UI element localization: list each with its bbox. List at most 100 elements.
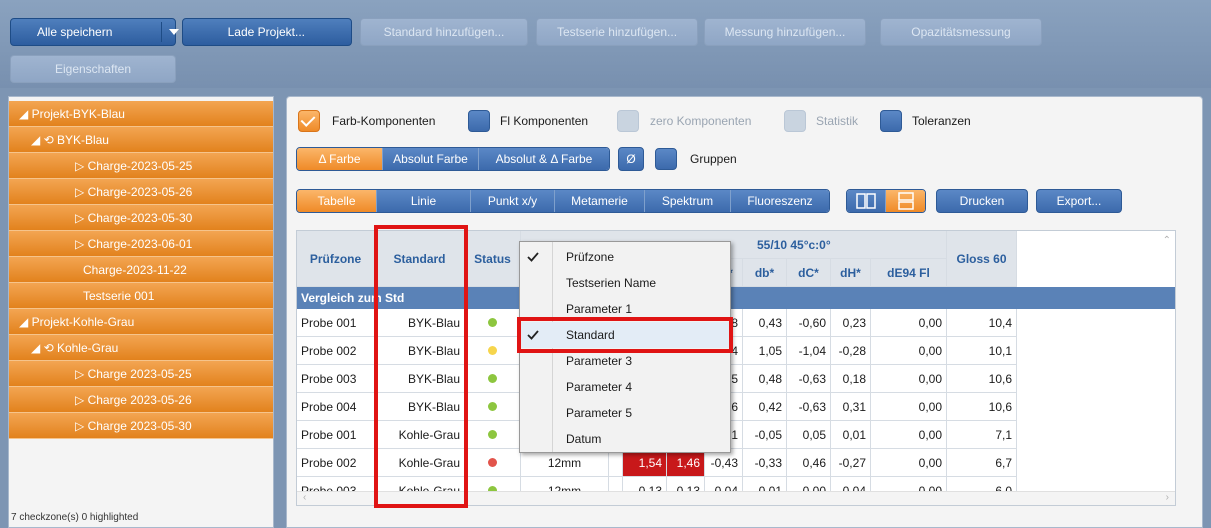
tree-item-charge-2023-05-26-b[interactable]: ▷ Charge 2023-05-26 bbox=[9, 387, 273, 413]
absolut-delta-farbe-button[interactable]: Absolut & Δ Farbe bbox=[479, 148, 609, 170]
table-cell-std[interactable]: Kohle-Grau bbox=[375, 421, 465, 449]
header-de94[interactable]: dE94 Fl bbox=[871, 259, 947, 287]
add-measurement-button[interactable]: Messung hinzufügen... bbox=[704, 18, 866, 46]
header-dh[interactable]: dH* bbox=[831, 259, 871, 287]
table-cell-pz[interactable]: Probe 003 bbox=[297, 365, 375, 393]
menu-item-parameter-1[interactable]: Parameter 1 bbox=[520, 296, 730, 322]
table-cell-dh[interactable]: 0,01 bbox=[831, 421, 871, 449]
tree-item-charge-2023-11-22[interactable]: Charge-2023-11-22 bbox=[9, 257, 273, 283]
header-gloss[interactable]: Gloss 60 bbox=[947, 231, 1017, 287]
tab-tabelle[interactable]: Tabelle bbox=[297, 190, 377, 212]
table-cell-pz[interactable]: Probe 001 bbox=[297, 421, 375, 449]
table-cell-pz[interactable]: Probe 001 bbox=[297, 309, 375, 337]
table-cell-gloss[interactable]: 6,7 bbox=[947, 449, 1017, 477]
table-cell-dc[interactable]: 0,05 bbox=[787, 421, 831, 449]
statistik-checkbox[interactable] bbox=[784, 110, 806, 132]
status-indicator[interactable] bbox=[465, 449, 521, 477]
table-cell-de[interactable]: 0,00 bbox=[871, 449, 947, 477]
tree-item-projekt-byk-blau[interactable]: ◢ Projekt-BYK-Blau bbox=[9, 101, 273, 127]
table-cell-db[interactable]: -0,33 bbox=[743, 449, 787, 477]
tree-item-charge-2023-05-25-b[interactable]: ▷ Charge 2023-05-25 bbox=[9, 361, 273, 387]
toleranzen-checkbox[interactable] bbox=[880, 110, 902, 132]
table-cell-de[interactable]: 0,00 bbox=[871, 365, 947, 393]
header-status[interactable]: Status bbox=[465, 231, 521, 287]
status-indicator[interactable] bbox=[465, 421, 521, 449]
table-cell-db[interactable]: 0,43 bbox=[743, 309, 787, 337]
tab-punkt-xy[interactable]: Punkt x/y bbox=[471, 190, 555, 212]
table-cell-de[interactable]: 0,00 bbox=[871, 337, 947, 365]
table-cell-dh[interactable]: 0,18 bbox=[831, 365, 871, 393]
status-indicator[interactable] bbox=[465, 365, 521, 393]
header-standard[interactable]: Standard bbox=[375, 231, 465, 287]
table-cell-gloss[interactable]: 10,6 bbox=[947, 365, 1017, 393]
scroll-up-icon[interactable]: ⌃ bbox=[1163, 235, 1171, 246]
table-cell-db[interactable]: 0,48 bbox=[743, 365, 787, 393]
tree-item-kohle-grau[interactable]: ◢ ⟲ Kohle-Grau bbox=[9, 335, 273, 361]
table-cell-dh[interactable]: -0,27 bbox=[831, 449, 871, 477]
menu-item-datum[interactable]: Datum bbox=[520, 426, 730, 452]
status-indicator[interactable] bbox=[465, 393, 521, 421]
table-cell-pz[interactable]: Probe 002 bbox=[297, 449, 375, 477]
tab-spektrum[interactable]: Spektrum bbox=[645, 190, 731, 212]
tree-item-charge-2023-05-30[interactable]: ▷ Charge-2023-05-30 bbox=[9, 205, 273, 231]
table-cell-gloss[interactable]: 10,6 bbox=[947, 393, 1017, 421]
table-cell-v2[interactable]: 1,54 bbox=[623, 449, 667, 477]
add-test-series-button[interactable]: Testserie hinzufügen... bbox=[536, 18, 698, 46]
scroll-right-icon[interactable]: › bbox=[1166, 492, 1169, 503]
table-cell-gloss[interactable]: 7,1 bbox=[947, 421, 1017, 449]
tree-item-charge-2023-05-25[interactable]: ▷ Charge-2023-05-25 bbox=[9, 153, 273, 179]
menu-item-testserien-name[interactable]: Testserien Name bbox=[520, 270, 730, 296]
absolut-farbe-button[interactable]: Absolut Farbe bbox=[383, 148, 479, 170]
zero-komponenten-checkbox[interactable] bbox=[617, 110, 639, 132]
table-cell-dh[interactable]: 0,31 bbox=[831, 393, 871, 421]
table-cell-dc[interactable]: -1,04 bbox=[787, 337, 831, 365]
tree-item-charge-2023-06-01[interactable]: ▷ Charge-2023-06-01 bbox=[9, 231, 273, 257]
table-cell-empty[interactable] bbox=[609, 449, 623, 477]
rows-layout-icon[interactable] bbox=[886, 190, 925, 212]
menu-item-standard[interactable]: Standard bbox=[520, 322, 730, 348]
table-cell-std[interactable]: BYK-Blau bbox=[375, 309, 465, 337]
delta-farbe-button[interactable]: Δ Farbe bbox=[297, 148, 383, 170]
horizontal-scrollbar[interactable]: ‹ › bbox=[297, 491, 1175, 505]
table-cell-pz[interactable]: Probe 002 bbox=[297, 337, 375, 365]
tree-item-testserie-001[interactable]: Testserie 001 bbox=[9, 283, 273, 309]
load-project-button[interactable]: Lade Projekt... bbox=[182, 18, 352, 46]
table-cell-dh[interactable]: -0,28 bbox=[831, 337, 871, 365]
table-cell-de[interactable]: 0,00 bbox=[871, 393, 947, 421]
average-button[interactable]: Ø bbox=[618, 147, 644, 171]
table-cell-dc[interactable]: -0,63 bbox=[787, 365, 831, 393]
scroll-left-icon[interactable]: ‹ bbox=[303, 492, 306, 503]
tree-item-charge-2023-05-26[interactable]: ▷ Charge-2023-05-26 bbox=[9, 179, 273, 205]
gruppen-checkbox[interactable] bbox=[655, 148, 677, 170]
print-button[interactable]: Drucken bbox=[936, 189, 1028, 213]
table-cell-de[interactable]: 0,00 bbox=[871, 421, 947, 449]
table-cell-v1[interactable]: 12mm bbox=[521, 449, 609, 477]
table-cell-de[interactable]: 0,00 bbox=[871, 309, 947, 337]
table-cell-dc[interactable]: 0,46 bbox=[787, 449, 831, 477]
tab-linie[interactable]: Linie bbox=[377, 190, 471, 212]
tree-item-charge-2023-05-30-b[interactable]: ▷ Charge 2023-05-30 bbox=[9, 413, 273, 439]
columns-layout-icon[interactable] bbox=[847, 190, 887, 212]
opacity-measurement-button[interactable]: Opazitätsmessung bbox=[880, 18, 1042, 46]
status-indicator[interactable] bbox=[465, 309, 521, 337]
farb-komponenten-checkbox[interactable] bbox=[298, 110, 320, 132]
tab-fluoreszenz[interactable]: Fluoreszenz bbox=[731, 190, 829, 212]
header-pruefzone[interactable]: Prüfzone bbox=[297, 231, 375, 287]
add-standard-button[interactable]: Standard hinzufügen... bbox=[360, 18, 528, 46]
group-row[interactable]: Vergleich zum Std bbox=[297, 287, 1175, 309]
status-indicator[interactable] bbox=[465, 337, 521, 365]
table-cell-std[interactable]: Kohle-Grau bbox=[375, 449, 465, 477]
tree-item-projekt-kohle-grau[interactable]: ◢ Projekt-Kohle-Grau bbox=[9, 309, 273, 335]
menu-item-parameter-3[interactable]: Parameter 3 bbox=[520, 348, 730, 374]
table-cell-pz[interactable]: Probe 004 bbox=[297, 393, 375, 421]
table-cell-da[interactable]: -0,43 bbox=[705, 449, 743, 477]
header-dc[interactable]: dC* bbox=[787, 259, 831, 287]
menu-item-parameter-4[interactable]: Parameter 4 bbox=[520, 374, 730, 400]
menu-item-pr-fzone[interactable]: Prüfzone bbox=[520, 244, 730, 270]
table-cell-std[interactable]: BYK-Blau bbox=[375, 365, 465, 393]
table-cell-gloss[interactable]: 10,1 bbox=[947, 337, 1017, 365]
table-cell-dc[interactable]: -0,63 bbox=[787, 393, 831, 421]
tree-item-byk-blau[interactable]: ◢ ⟲ BYK-Blau bbox=[9, 127, 273, 153]
table-cell-v3[interactable]: 1,46 bbox=[667, 449, 705, 477]
properties-button[interactable]: Eigenschaften bbox=[10, 55, 176, 83]
